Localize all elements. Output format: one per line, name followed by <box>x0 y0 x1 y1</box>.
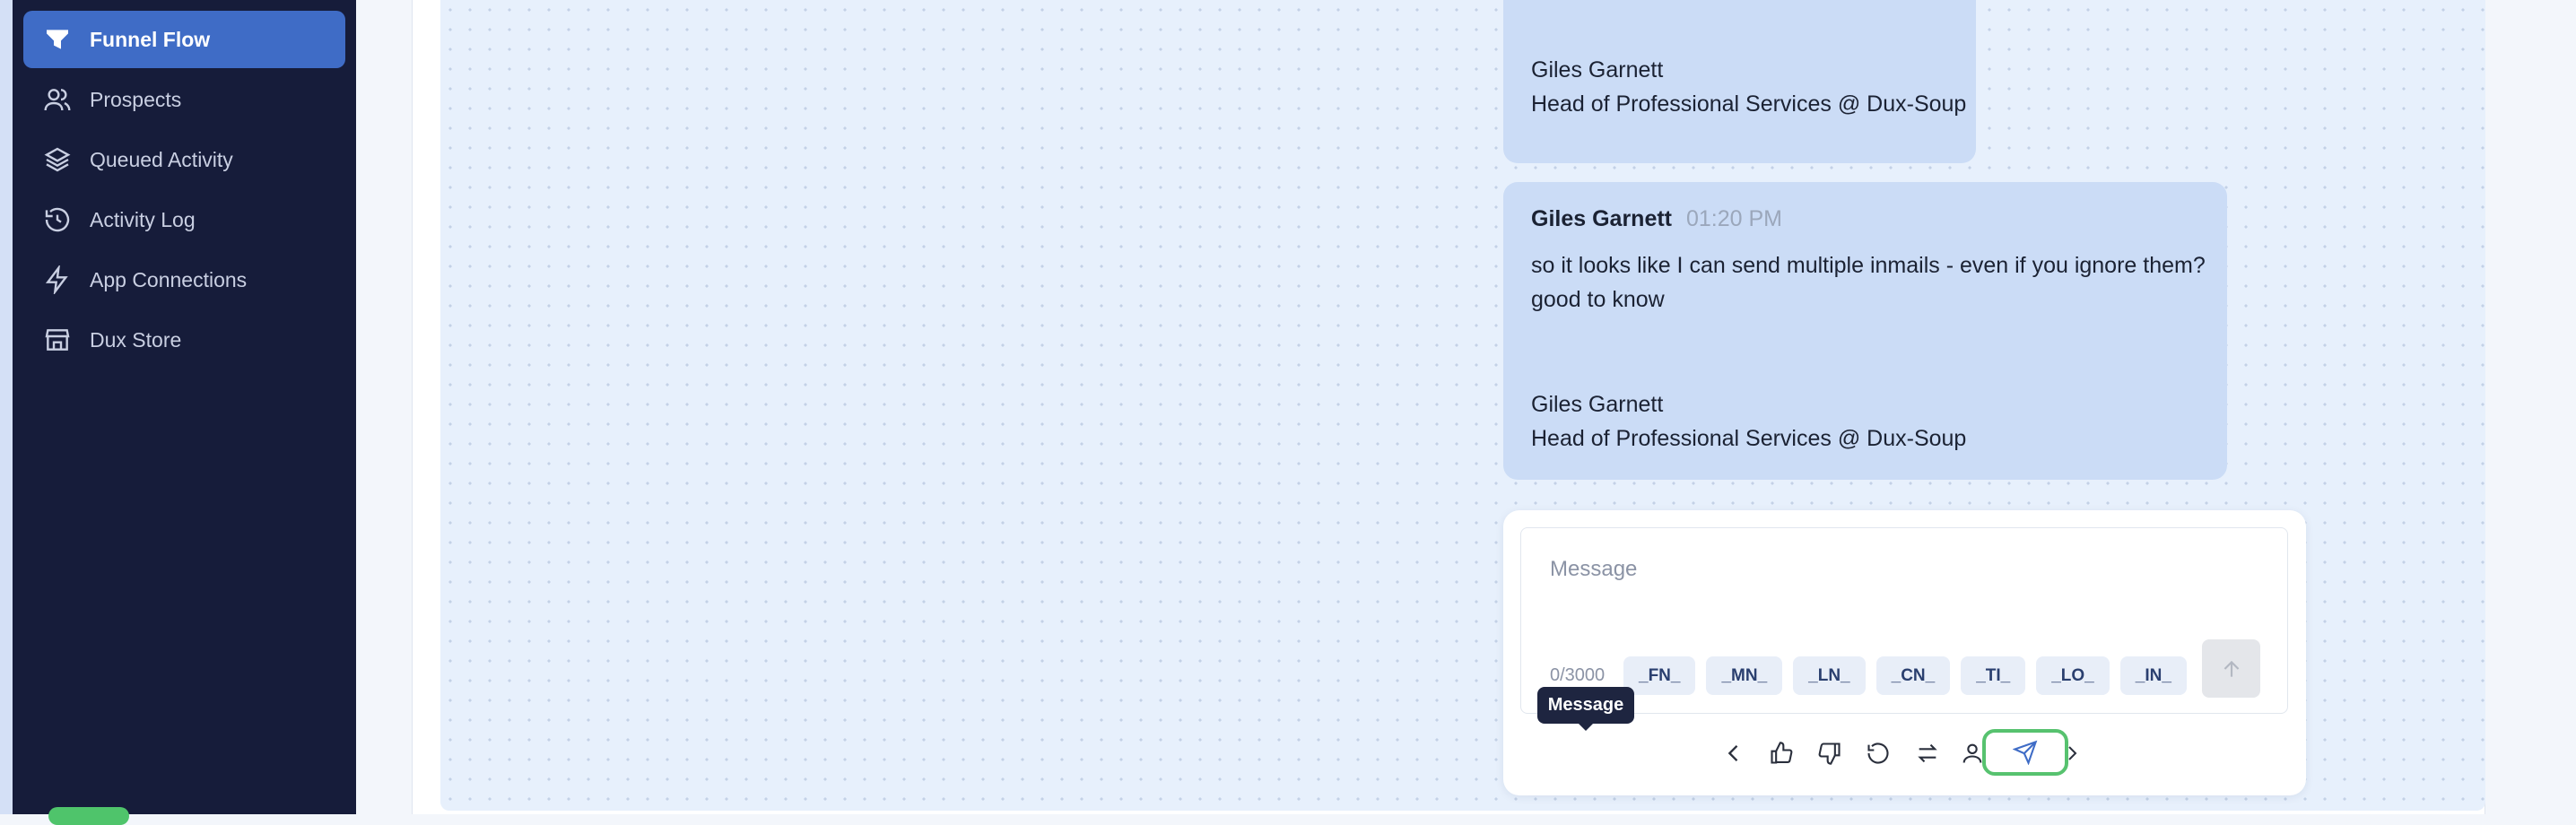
arrow-up-icon <box>2224 660 2239 677</box>
chevron-right-icon <box>2068 746 2077 760</box>
message-signature: Giles Garnett Head of Professional Servi… <box>1531 387 1966 456</box>
users-icon <box>39 82 75 117</box>
prev-button[interactable] <box>1711 731 1756 776</box>
funnel-icon <box>39 22 75 57</box>
character-counter: 0/3000 <box>1550 665 1606 685</box>
sidebar-item-funnel-flow[interactable]: Funnel Flow <box>23 11 345 68</box>
message-time: 01:20 PM <box>1686 206 1783 231</box>
token-location[interactable]: _LO_ <box>2036 656 2110 695</box>
thumbs-down-icon <box>1818 742 1841 765</box>
message-bubble: Giles Garnett Head of Professional Servi… <box>1503 0 1976 163</box>
message-placeholder: Message <box>1550 557 1638 581</box>
lightning-icon <box>39 262 75 298</box>
message-composer: Message 0/3000 _FN_ _MN_ _LN_ _CN_ _TI_ … <box>1503 510 2306 795</box>
token-first-name[interactable]: _FN_ <box>1623 656 1696 695</box>
sidebar-item-activity-log[interactable]: Activity Log <box>23 191 345 248</box>
swap-button[interactable] <box>1905 731 1950 776</box>
sidebar-item-dux-store[interactable]: Dux Store <box>23 311 345 369</box>
sidebar-nav: Funnel Flow Prospects Queued Activity Ac… <box>23 11 345 371</box>
token-title[interactable]: _TI_ <box>1961 656 2026 695</box>
sidebar-item-label: Activity Log <box>90 207 196 231</box>
message-header: Giles Garnett 01:20 PM <box>1531 202 1782 236</box>
dislike-button[interactable] <box>1807 731 1852 776</box>
history-icon <box>39 202 75 238</box>
thumbs-up-icon <box>1771 742 1793 764</box>
store-icon <box>39 322 75 358</box>
conversation-thread: Giles Garnett Head of Professional Servi… <box>440 0 2485 811</box>
token-middle-name[interactable]: _MN_ <box>1706 656 1783 695</box>
signature-name: Giles Garnett <box>1531 392 1664 417</box>
layers-icon <box>39 142 75 178</box>
message-text-line: so it looks like I can send multiple inm… <box>1531 253 2206 278</box>
signature-title: Head of Professional Services @ Dux-Soup <box>1531 426 1967 451</box>
sidebar-item-label: Dux Store <box>90 327 182 352</box>
message-bubble: Giles Garnett 01:20 PM so it looks like I… <box>1503 182 2227 480</box>
tooltip: Message <box>1537 687 1634 731</box>
user-icon <box>1962 743 1982 763</box>
main-content: Giles Garnett Head of Professional Servi… <box>356 0 2576 814</box>
action-toolbar <box>1503 729 2306 776</box>
sidebar-item-label: Queued Activity <box>90 147 233 171</box>
window-edge <box>0 0 13 814</box>
signature-title: Head of Professional Services @ Dux-Soup <box>1531 91 1967 117</box>
signature-name: Giles Garnett <box>1531 57 1664 82</box>
message-action-button[interactable] <box>1982 729 2068 776</box>
undo-button[interactable] <box>1856 731 1901 776</box>
token-last-name[interactable]: _LN_ <box>1793 656 1866 695</box>
message-signature: Giles Garnett Head of Professional Servi… <box>1531 53 1966 121</box>
swap-icon <box>1918 743 1937 763</box>
sidebar: Funnel Flow Prospects Queued Activity Ac… <box>13 0 356 825</box>
token-company-name[interactable]: _CN_ <box>1875 656 1951 695</box>
token-list: _FN_ _MN_ _LN_ _CN_ _TI_ _LO_ _IN_ <box>1623 656 2187 695</box>
chevron-left-icon <box>1727 745 1738 761</box>
message-input[interactable]: Message 0/3000 _FN_ _MN_ _LN_ _CN_ _TI_ … <box>1520 527 2288 714</box>
sidebar-item-prospects[interactable]: Prospects <box>23 71 345 128</box>
next-button[interactable] <box>2061 731 2083 776</box>
token-industry[interactable]: _IN_ <box>2119 656 2187 695</box>
rotate-ccw-icon <box>1867 742 1889 764</box>
send-button[interactable] <box>2202 639 2260 698</box>
sidebar-item-label: Prospects <box>90 87 182 111</box>
send-icon <box>2013 740 2038 765</box>
message-text-line: good to know <box>1531 287 1665 312</box>
like-button[interactable] <box>1759 731 1804 776</box>
sidebar-item-app-connections[interactable]: App Connections <box>23 251 345 308</box>
status-pill[interactable] <box>48 807 129 825</box>
sidebar-item-label: Funnel Flow <box>90 27 211 51</box>
sidebar-item-queued-activity[interactable]: Queued Activity <box>23 131 345 188</box>
message-text: so it looks like I can send multiple inm… <box>1531 248 2213 317</box>
sidebar-item-label: App Connections <box>90 267 248 291</box>
message-sender: Giles Garnett <box>1531 206 1672 231</box>
